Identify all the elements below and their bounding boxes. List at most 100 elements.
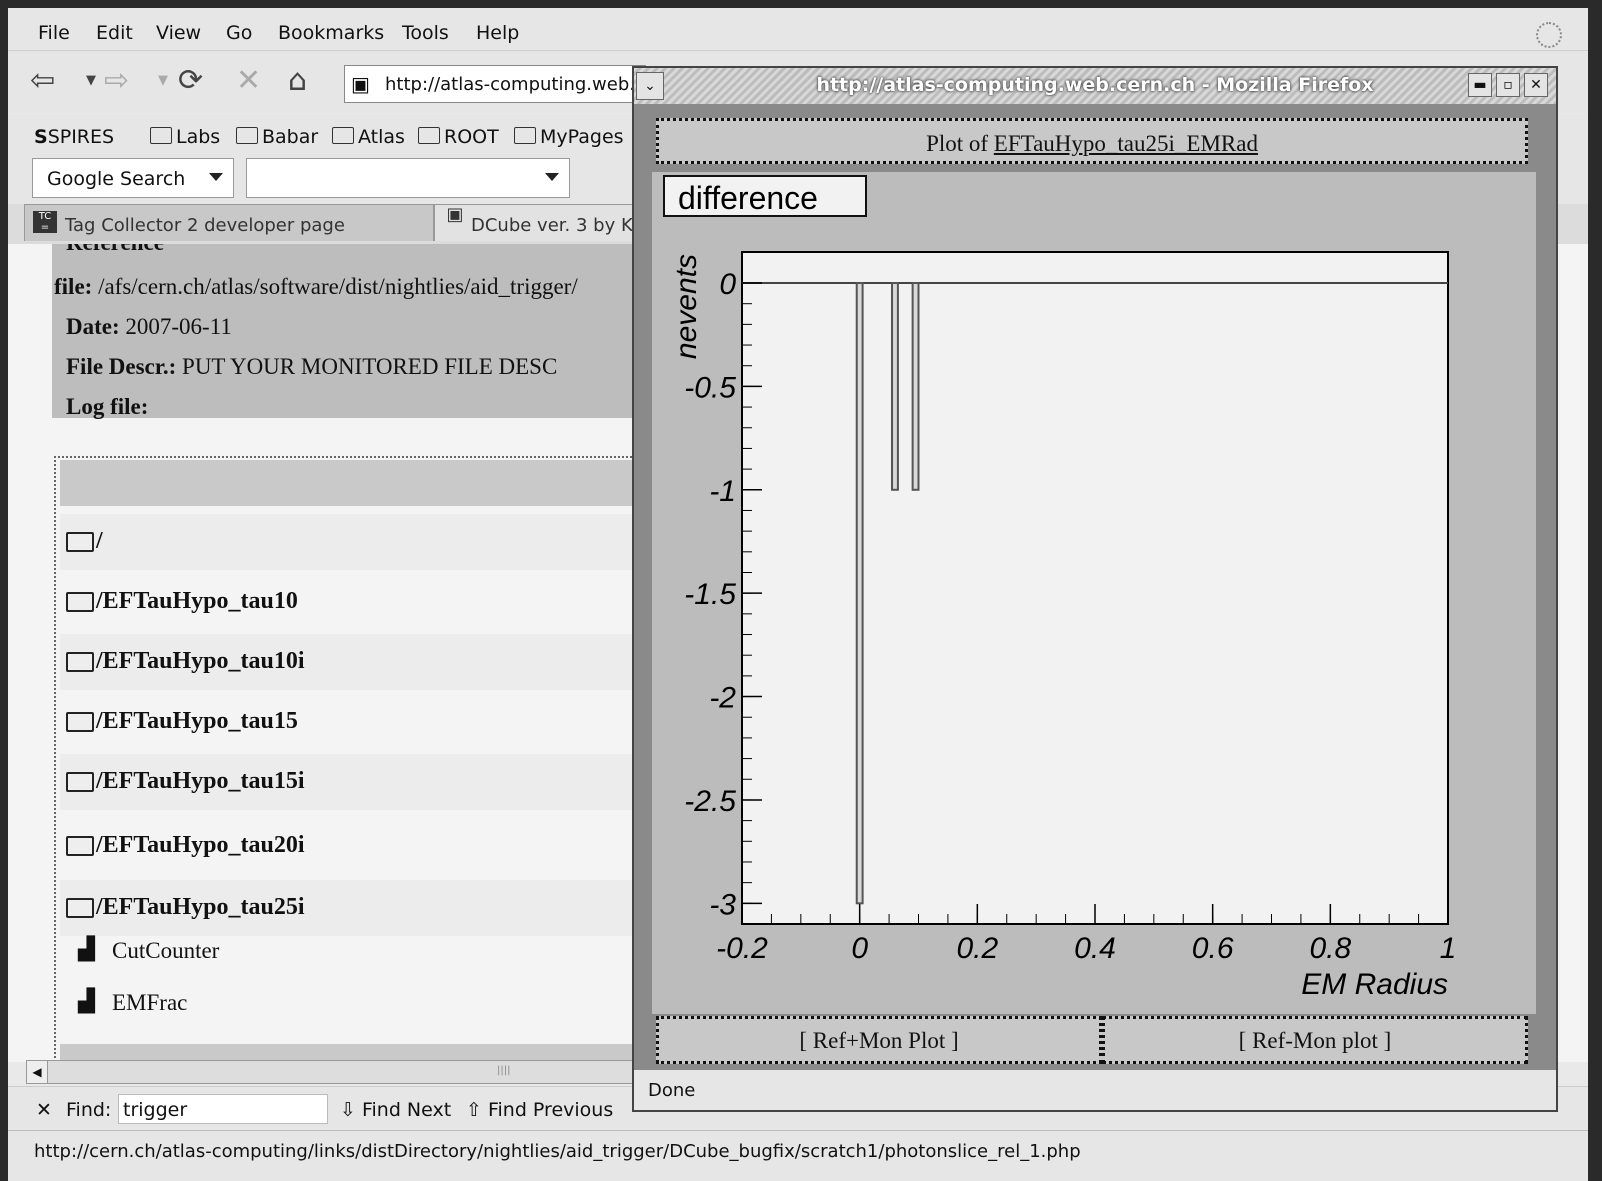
home-icon[interactable]: ⌂ <box>288 63 307 98</box>
scroll-left-icon[interactable]: ◀ <box>27 1061 48 1083</box>
up-arrow-icon: ⇧ <box>466 1099 482 1121</box>
close-icon[interactable]: ✕ <box>1524 73 1548 97</box>
menu-go[interactable]: Go <box>226 22 252 44</box>
folder-icon <box>150 127 172 144</box>
reference-file: file: /afs/cern.ch/atlas/software/dist/n… <box>54 274 578 300</box>
bookmark-folder-labs[interactable]: Labs <box>150 126 220 148</box>
search-engine-label: Google Search <box>47 168 186 190</box>
back-dropdown-icon[interactable]: ▼ <box>86 73 96 88</box>
description-label: File Descr.: <box>66 354 177 379</box>
description-value: PUT YOUR MONITORED FILE DESC <box>182 354 558 379</box>
log-file-label: Log file: <box>66 394 149 419</box>
bookmark-folder-atlas[interactable]: Atlas <box>332 126 405 148</box>
menu-view[interactable]: View <box>156 22 201 44</box>
plot-footer: [ Ref+Mon Plot ] [ Ref-Mon plot ] <box>656 1016 1528 1064</box>
chevron-down-icon <box>545 173 559 181</box>
popup-title: http://atlas-computing.web.cern.ch - Moz… <box>816 74 1374 96</box>
x-axis-label: EM Radius <box>1301 968 1448 1001</box>
folder-icon <box>66 592 94 612</box>
x-tick-label: 1 <box>1440 932 1457 965</box>
url-bar[interactable]: ▣ http://atlas-computing.web.c <box>344 65 646 103</box>
file-label: file: <box>54 274 93 299</box>
x-tick-label: -0.2 <box>716 932 768 965</box>
popup-status-text: Done <box>648 1080 696 1101</box>
menu-edit[interactable]: Edit <box>96 22 133 44</box>
reference-heading: Reference <box>66 244 164 256</box>
maximize-icon[interactable]: ▫ <box>1496 73 1520 97</box>
folder-icon <box>66 836 94 856</box>
directory-label: /EFTauHypo_tau20i <box>96 832 305 858</box>
bookmark-folder-root[interactable]: ROOT <box>418 126 499 148</box>
tag-collector-icon: TC = <box>33 211 57 233</box>
y-tick-label: -2 <box>709 682 736 715</box>
folder-icon <box>66 532 94 552</box>
ref-plus-mon-plot-link[interactable]: [ Ref+Mon Plot ] <box>656 1016 1102 1064</box>
directory-label: /EFTauHypo_tau10 <box>96 588 298 614</box>
directory-label: /EFTauHypo_tau15 <box>96 708 298 734</box>
plot-frame <box>741 251 1449 925</box>
menu-help[interactable]: Help <box>476 22 519 44</box>
y-tick-label: -0.5 <box>684 371 736 404</box>
search-input[interactable] <box>246 158 570 198</box>
find-input[interactable]: trigger <box>118 1094 328 1124</box>
x-tick-label: 0.4 <box>1074 932 1116 965</box>
x-tick-label: 0.6 <box>1192 932 1234 965</box>
chart-title: difference <box>678 180 818 216</box>
tab-tag-collector[interactable]: TC = Tag Collector 2 developer page <box>24 204 434 241</box>
chart: difference 0 -0.5 -1 -1.5 -2 -2.5 -3 -0.2 0 0.2 0.4… <box>663 175 1457 1001</box>
folder-icon <box>66 712 94 732</box>
y-tick-label: -1 <box>709 475 736 508</box>
minimize-icon[interactable]: ▬ <box>1468 73 1492 97</box>
bookmark-label: Labs <box>176 126 221 148</box>
find-previous-label: Find Previous <box>487 1099 614 1121</box>
bar-2 <box>911 282 920 491</box>
search-engine-select[interactable]: Google Search <box>32 158 234 198</box>
horizontal-scrollbar[interactable]: ◀ |||| <box>26 1060 668 1084</box>
bookmark-folder-babar[interactable]: Babar <box>236 126 318 148</box>
bookmark-spires[interactable]: SSPIRES <box>34 126 114 148</box>
date-value: 2007-06-11 <box>125 314 232 339</box>
date-label: Date: <box>66 314 120 339</box>
forward-arrow-icon[interactable]: ⇨ <box>104 63 129 98</box>
bookmark-folder-mypages[interactable]: MyPages <box>514 126 624 148</box>
folder-icon <box>66 898 94 918</box>
site-favicon-icon: ▣ <box>446 204 464 225</box>
back-arrow-icon[interactable]: ⇦ <box>30 63 55 98</box>
bookmark-label: SPIRES <box>47 126 115 148</box>
find-next-label: Find Next <box>361 1099 452 1121</box>
y-tick-label: -3 <box>709 888 736 921</box>
folder-icon <box>514 127 536 144</box>
folder-icon <box>236 127 258 144</box>
close-find-icon[interactable]: ✕ <box>36 1099 52 1121</box>
find-next-button[interactable]: ⇩ Find Next <box>340 1099 451 1121</box>
histogram-label: CutCounter <box>112 938 220 963</box>
menu-bookmarks[interactable]: Bookmarks <box>278 22 384 44</box>
ref-minus-mon-plot-link[interactable]: [ Ref-Mon plot ] <box>1102 1016 1528 1064</box>
popup-window: ⌄ http://atlas-computing.web.cern.ch - M… <box>632 66 1558 1112</box>
spires-icon: S <box>34 126 48 148</box>
plot-canvas: difference 0 -0.5 -1 -1.5 -2 -2.5 -3 -0.2 0 0.2 0.4… <box>652 172 1536 1014</box>
scroll-grip-icon[interactable]: |||| <box>497 1065 510 1076</box>
menu-tools[interactable]: Tools <box>402 22 449 44</box>
tab-label: Tag Collector 2 developer page <box>65 215 345 236</box>
x-tick-label: 0 <box>851 932 868 965</box>
directory-label: /EFTauHypo_tau15i <box>96 768 305 794</box>
throbber-icon <box>1536 22 1562 48</box>
reference-description: File Descr.: PUT YOUR MONITORED FILE DES… <box>66 354 557 380</box>
tab-dcube[interactable]: ▣ DCube ver. 3 by K <box>434 204 636 241</box>
y-tick-label: 0 <box>719 268 736 301</box>
tab-label: DCube ver. 3 by K <box>471 215 633 236</box>
popup-title-bar[interactable]: ⌄ http://atlas-computing.web.cern.ch - M… <box>634 68 1556 104</box>
plot-prefix: Plot of <box>926 131 989 156</box>
histogram-icon: ▟ <box>78 988 95 1013</box>
plot-name-link[interactable]: EFTauHypo_tau25i_EMRad <box>994 131 1258 156</box>
menu-file[interactable]: File <box>38 22 70 44</box>
down-arrow-icon: ⇩ <box>340 1099 356 1121</box>
find-previous-button[interactable]: ⇧ Find Previous <box>466 1099 613 1121</box>
reload-icon[interactable]: ⟳ <box>178 63 203 98</box>
stop-icon[interactable]: ✕ <box>236 63 261 98</box>
bookmark-label: ROOT <box>444 126 499 148</box>
forward-dropdown-icon[interactable]: ▼ <box>158 73 168 88</box>
folder-icon <box>418 127 440 144</box>
y-tick-label: -1.5 <box>684 578 736 611</box>
